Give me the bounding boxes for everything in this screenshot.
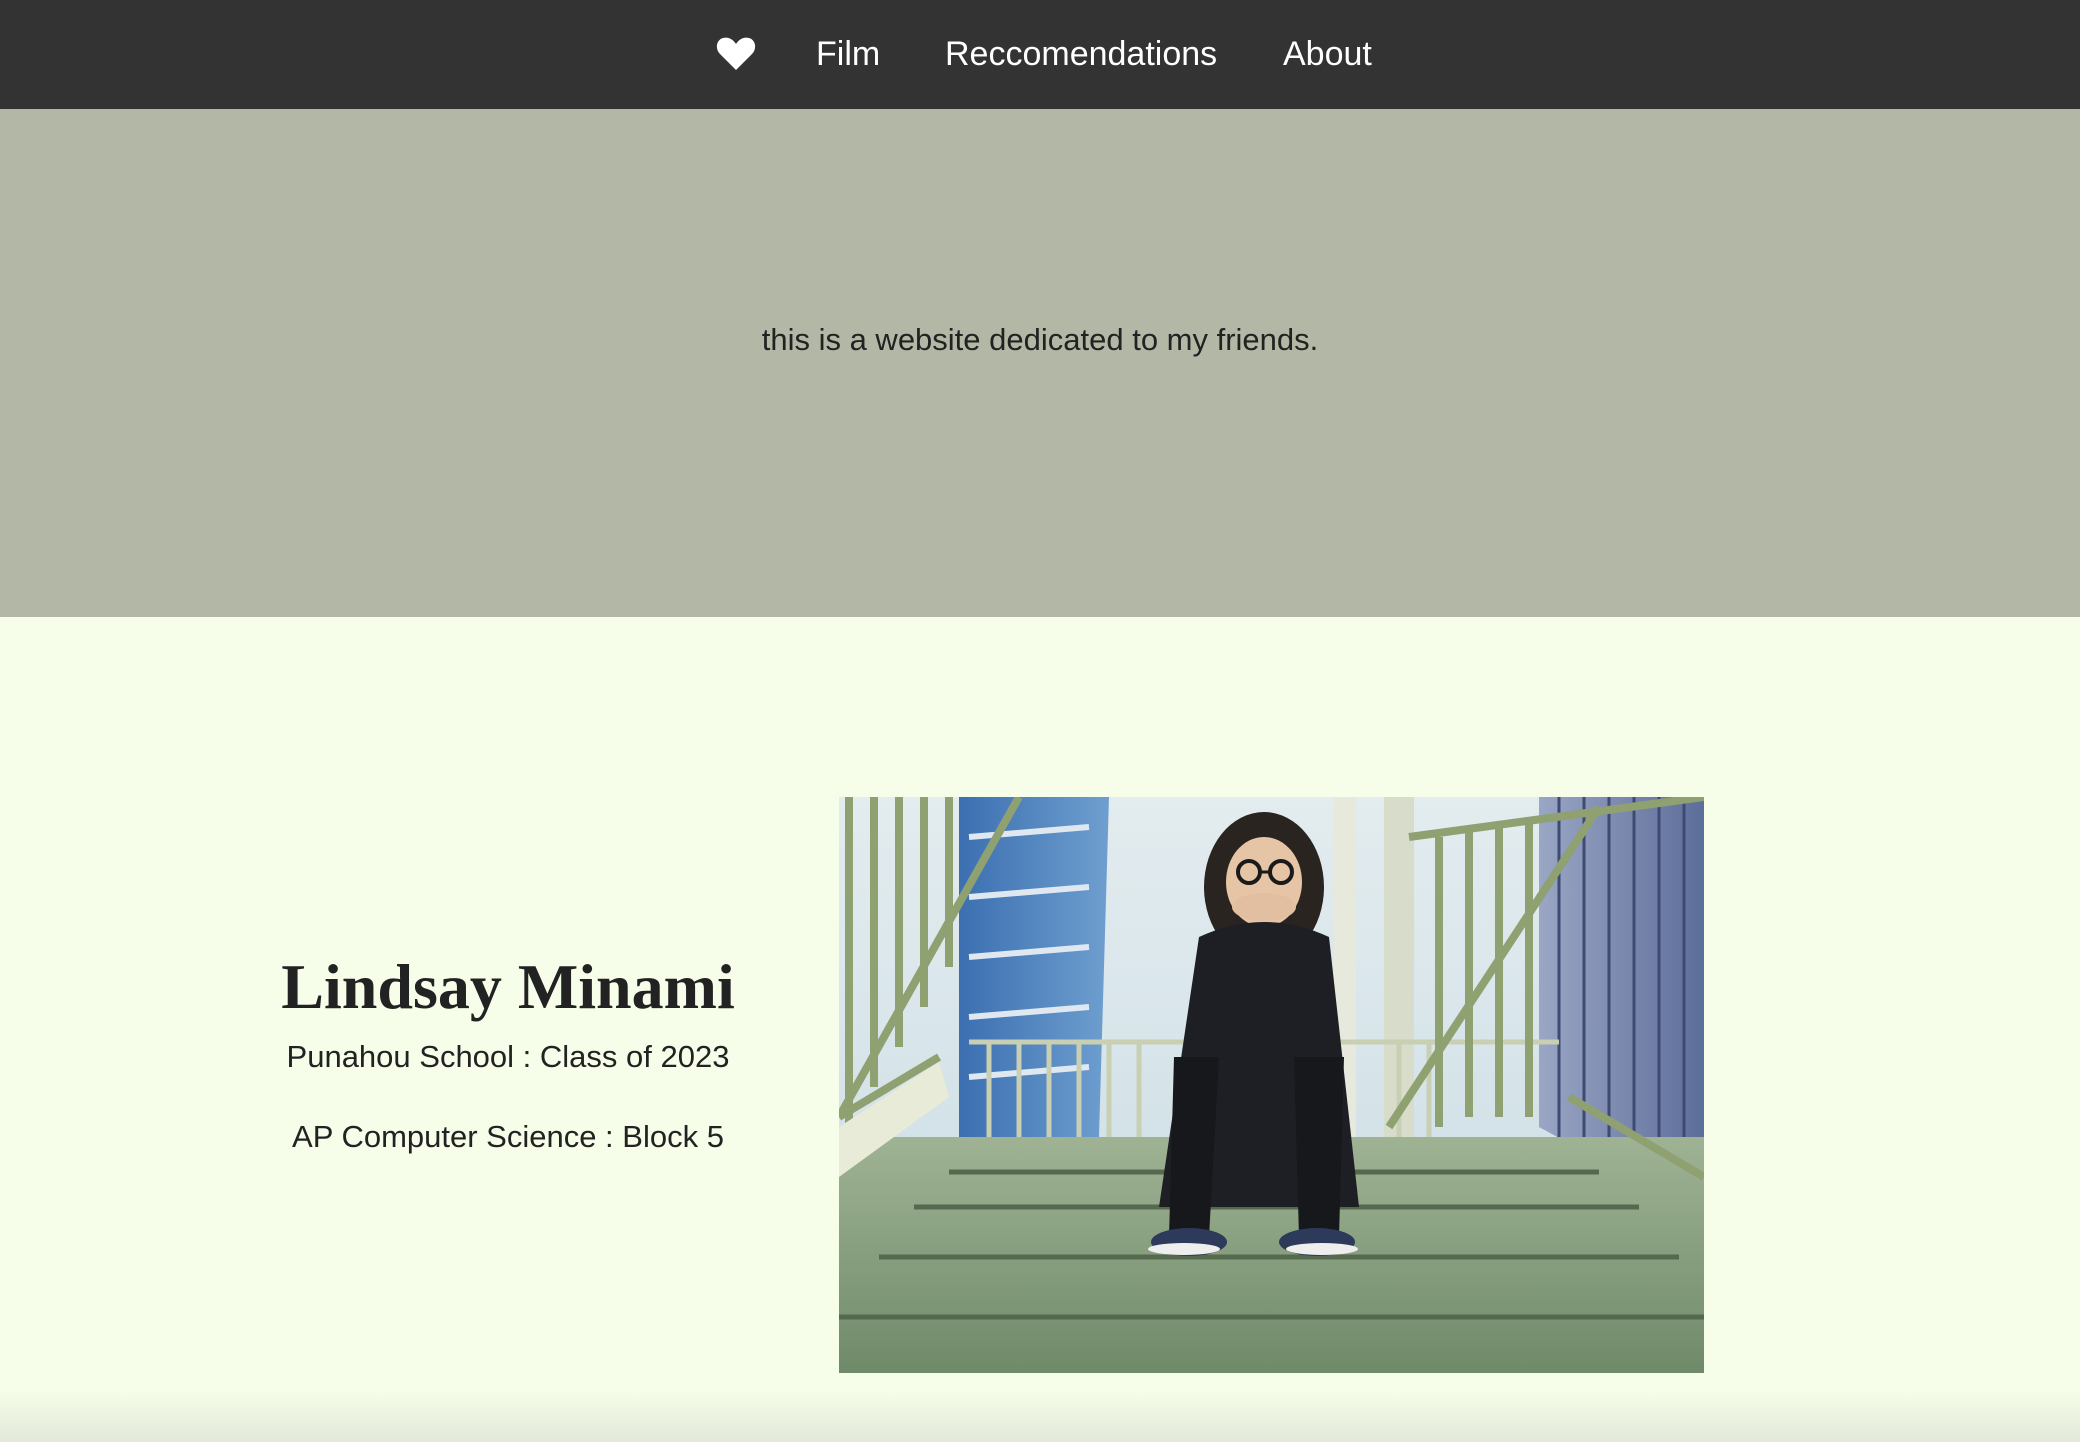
profile-school: Punahou School : Class of 2023 bbox=[286, 1039, 730, 1074]
nav-link-recommendations[interactable]: Reccomendations bbox=[945, 0, 1217, 109]
navbar: Film Reccomendations About bbox=[0, 0, 2080, 109]
nav-link-about[interactable]: About bbox=[1283, 0, 1372, 109]
profile-info: Lindsay Minami Punahou School : Class of… bbox=[230, 947, 786, 1157]
nav-link-film[interactable]: Film bbox=[816, 0, 880, 109]
profile-section: Lindsay Minami Punahou School : Class of… bbox=[0, 617, 2080, 1442]
hero-banner: this is a website dedicated to my friend… bbox=[0, 109, 2080, 617]
profile-course: AP Computer Science : Block 5 bbox=[292, 1119, 724, 1154]
heart-icon[interactable] bbox=[716, 36, 756, 72]
hero-tagline: this is a website dedicated to my friend… bbox=[761, 322, 1319, 357]
profile-photo bbox=[839, 797, 1704, 1373]
nav-inner: Film Reccomendations About bbox=[0, 0, 2080, 109]
profile-name: Lindsay Minami bbox=[281, 951, 735, 1022]
bottom-shadow bbox=[0, 1390, 2080, 1442]
